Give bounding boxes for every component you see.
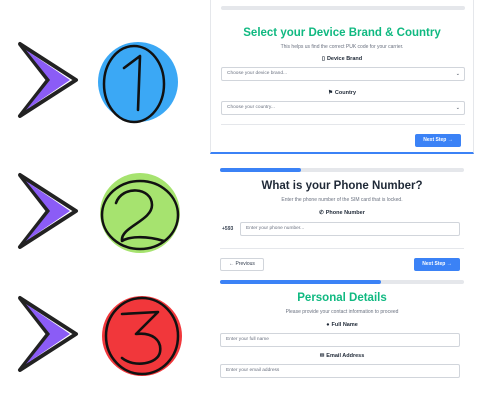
brand-select[interactable]: Choose your device brand... ⌄ bbox=[221, 67, 465, 81]
number-badge-bg bbox=[100, 173, 180, 253]
step-1-subtitle: This helps us find the correct PUK code … bbox=[280, 44, 404, 50]
progress-track bbox=[220, 280, 464, 284]
step-3-subtitle: Please provide your contact information … bbox=[285, 309, 399, 315]
arrow-icon bbox=[18, 296, 78, 372]
email-label: ✉ Email Address bbox=[319, 353, 365, 359]
phone-input[interactable]: Enter your phone number... bbox=[240, 222, 460, 236]
phone-icon: ▯ bbox=[321, 56, 325, 62]
step-2-title: What is your Phone Number? bbox=[261, 180, 423, 192]
step-2-graphic bbox=[18, 173, 180, 253]
step-marker-1 bbox=[12, 34, 202, 126]
progress-fill bbox=[220, 280, 382, 284]
full-name-label: ● Full Name bbox=[326, 322, 358, 328]
arrow-icon bbox=[18, 42, 78, 118]
divider bbox=[221, 124, 465, 125]
next-step-button[interactable]: Next Step → bbox=[415, 134, 461, 147]
progress-fill bbox=[220, 168, 301, 172]
previous-button[interactable]: ← Previous bbox=[220, 258, 264, 271]
country-select[interactable]: Choose your country... ⌄ bbox=[221, 101, 465, 115]
step-marker-2 bbox=[12, 165, 202, 257]
next-step-button[interactable]: Next Step → bbox=[414, 258, 460, 271]
step-2-panel: What is your Phone Number? Enter the pho… bbox=[210, 156, 474, 282]
chevron-down-icon: ⌄ bbox=[455, 71, 460, 77]
country-code-prefix: +593 bbox=[222, 226, 234, 232]
step-3-panel: Personal Details Please provide your con… bbox=[210, 280, 474, 396]
full-name-input[interactable]: Enter your full name bbox=[220, 333, 460, 347]
chevron-down-icon: ⌄ bbox=[455, 105, 460, 111]
step-marker-3 bbox=[12, 288, 202, 380]
phone-icon: ✆ bbox=[319, 210, 324, 216]
envelope-icon: ✉ bbox=[319, 353, 325, 359]
step-3-graphic bbox=[18, 296, 182, 376]
phone-label: ✆ Phone Number bbox=[319, 210, 365, 216]
step-2-subtitle: Enter the phone number of the SIM card t… bbox=[281, 197, 403, 203]
progress-track bbox=[220, 168, 464, 172]
divider bbox=[220, 248, 464, 249]
flag-icon: ⚑ bbox=[327, 90, 333, 96]
step-1-title: Select your Device Brand & Country bbox=[243, 27, 441, 39]
step-3-title: Personal Details bbox=[297, 292, 387, 304]
brand-label: ▯ Device Brand bbox=[321, 56, 363, 62]
user-icon: ● bbox=[326, 322, 330, 328]
email-input[interactable]: Enter your email address bbox=[220, 364, 460, 378]
progress-track bbox=[221, 6, 465, 10]
arrow-icon bbox=[18, 173, 78, 249]
step-1-panel: Select your Device Brand & Country This … bbox=[210, 0, 474, 154]
country-label: ⚑ Country bbox=[327, 90, 357, 96]
step-1-graphic bbox=[18, 42, 178, 124]
